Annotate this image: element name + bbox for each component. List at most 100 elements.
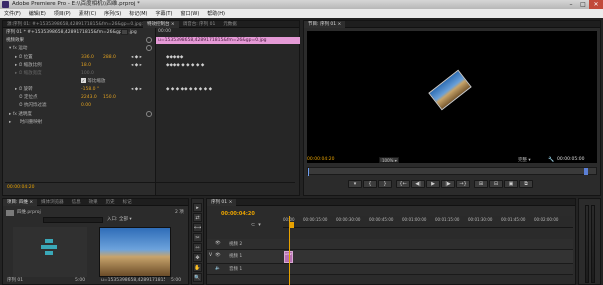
opacity-reset-icon[interactable] <box>146 111 152 117</box>
menu-window[interactable]: 窗口(W) <box>176 10 203 17</box>
speaker-icon[interactable]: 🔈 <box>215 266 221 271</box>
tab-history[interactable]: 历史 <box>102 199 119 206</box>
stopwatch-icon[interactable]: ▸ ⏱ <box>15 87 24 92</box>
add-marker-button[interactable]: ▾ <box>348 180 362 188</box>
anchor-x-value[interactable]: 2243.0 <box>81 94 97 101</box>
position-keyframes[interactable]: ◆◆◆◆◆ <box>166 54 183 61</box>
transport-controls: ▾ { } {← ◀| ▶ |▶ →} ⊞ ⊟ ▣ ⧉ <box>348 180 534 188</box>
program-duration: 00:00:05:00 <box>557 157 585 162</box>
mark-in-button[interactable]: { <box>363 180 377 188</box>
scale-keyframe-nav[interactable]: ◂ ◆ ▸ <box>131 62 142 69</box>
menu-title[interactable]: 字幕(T) <box>151 10 176 17</box>
image-thumbnail[interactable] <box>99 227 171 277</box>
menu-clip[interactable]: 素材(C) <box>75 10 100 17</box>
antiflicker-value[interactable]: 0.00 <box>81 102 91 109</box>
menu-sequence[interactable]: 序列(S) <box>100 10 125 17</box>
pen-tool[interactable]: ✥ <box>193 253 202 262</box>
selection-tool[interactable]: ▸ <box>193 203 202 212</box>
wrench-icon[interactable]: 🔧 <box>548 157 554 163</box>
stopwatch-icon[interactable]: ▸ ⏱ <box>15 55 24 60</box>
go-to-out-button[interactable]: →} <box>456 180 470 188</box>
mark-out-button[interactable]: } <box>378 180 392 188</box>
rotation-keyframes[interactable]: ◆ ◆ ◆ ◆◆ ◆ ◆ ◆ ◆ ◆ <box>166 86 212 93</box>
tab-program[interactable]: 节目: 序列 01 × <box>304 20 346 28</box>
play-button[interactable]: ▶ <box>426 180 440 188</box>
zoom-tool[interactable]: 🔍 <box>193 273 202 282</box>
rotation-value[interactable]: -158.0 ° <box>81 86 99 93</box>
tab-media-browser[interactable]: 媒体浏览器 <box>37 199 68 206</box>
rotated-image-frame[interactable] <box>428 69 472 111</box>
eye-icon[interactable]: 👁 <box>215 241 221 246</box>
footer-timecode[interactable]: 00:00:04:20 <box>7 185 34 190</box>
hand-tool[interactable]: ✋ <box>193 263 202 272</box>
step-back-button[interactable]: ◀| <box>411 180 425 188</box>
eye-icon[interactable]: 👁 <box>215 253 221 258</box>
timeline-ruler[interactable]: 00:00 00:00:15:00 00:00:30:00 00:00:45:0… <box>283 216 573 228</box>
checkbox-icon[interactable]: ✓ <box>81 78 86 83</box>
snap-icon[interactable]: ⊂ <box>251 222 255 228</box>
entry-dropdown[interactable]: 全部 ▾ <box>119 216 132 223</box>
menu-help[interactable]: 帮助(H) <box>203 10 229 17</box>
ruler-tick-label: 00:01:30:00 <box>468 217 493 222</box>
export-frame-button[interactable]: ▣ <box>504 180 518 188</box>
tab-sequence-01[interactable]: 序列 01 × <box>207 198 237 206</box>
tab-markers[interactable]: 标记 <box>119 199 136 206</box>
clip-bar[interactable]: u=1535398658,4289171815&fm=26&gp=0.jpg <box>156 37 300 44</box>
ripple-edit-tool[interactable]: ⟷ <box>193 223 202 232</box>
tab-source[interactable]: 源:序列 01: #+1535398658,4289171815&fm=26&g… <box>3 21 143 28</box>
effect-controls-footer: 00:00:04:20 <box>5 182 295 193</box>
menu-edit[interactable]: 编辑(E) <box>25 10 50 17</box>
scale-keyframes[interactable]: ◆◆◆◆ ◆ ◆ ◆ ◆ ◆ <box>166 62 204 69</box>
quality-dropdown[interactable]: 完整 ▾ <box>518 157 531 163</box>
playhead-marker[interactable] <box>584 168 588 175</box>
scale-value[interactable]: 18.0 <box>81 62 91 69</box>
time-remap-row: ▸ 时间重映射 <box>9 119 42 126</box>
sequence-thumbnail[interactable] <box>13 227 87 277</box>
extract-button[interactable]: ⊟ <box>489 180 503 188</box>
position-x-value[interactable]: 336.0 <box>81 54 94 61</box>
effect-controls-tabs: 源:序列 01: #+1535398658,4289171815&fm=26&g… <box>3 20 299 28</box>
tab-audio-mixer[interactable]: 调音台: 序列 01 <box>179 21 220 28</box>
motion-reset-icon[interactable] <box>146 45 152 51</box>
position-keyframe-nav[interactable]: ◂ ◆ ▸ <box>131 54 142 61</box>
position-y-value[interactable]: 288.0 <box>103 54 116 61</box>
zoom-dropdown[interactable]: 100% ▾ <box>379 157 399 163</box>
razor-tool[interactable]: ✂ <box>193 233 202 242</box>
tab-metadata[interactable]: 元数据 <box>219 21 241 28</box>
timeline-timecode[interactable]: 00:00:04:20 <box>221 211 255 218</box>
timeline-panel: 序列 01 × 00:00:04:20 ⊂▾ 00:00 00:00:15:00… <box>206 198 576 285</box>
tab-project[interactable]: 项目: 四维 × <box>3 198 38 206</box>
close-button[interactable]: ✕ <box>589 0 603 9</box>
track-select-tool[interactable]: ⇄ <box>193 213 202 222</box>
step-forward-button[interactable]: |▶ <box>441 180 455 188</box>
program-timecode[interactable]: 00:00:04:20 <box>307 156 334 163</box>
menu-project[interactable]: 项目(P) <box>50 10 75 17</box>
uniform-scale-row[interactable]: ✓ 等比缩放 <box>81 78 105 85</box>
button-editor-button[interactable]: ⧉ <box>519 180 533 188</box>
source-patch-v[interactable]: V <box>209 253 212 258</box>
project-search-input[interactable] <box>43 217 103 223</box>
menu-marker[interactable]: 标记(M) <box>125 10 151 17</box>
track-label-video-2: 视频 2 <box>229 242 243 247</box>
anchor-row: ⏱ 定位点 <box>19 94 37 101</box>
collapse-icon[interactable] <box>121 29 128 35</box>
minimize-button[interactable]: – <box>565 0 577 9</box>
anchor-y-value[interactable]: 150.0 <box>103 94 116 101</box>
reset-icon[interactable] <box>146 37 152 43</box>
lift-button[interactable]: ⊞ <box>474 180 488 188</box>
program-scrubber[interactable] <box>307 167 597 176</box>
keyframe-area[interactable]: 00:00 u=1535398658,4289171815&fm=26&gp=0… <box>155 28 300 195</box>
tools-panel: ▸ ⇄ ⟷ ✂ ⇿ ✥ ✋ 🔍 <box>191 198 204 285</box>
tab-effect-controls[interactable]: 特效控制台 × <box>143 20 179 28</box>
antiflicker-row: ⏱ 抗闪烁过滤 <box>19 102 46 109</box>
slip-tool[interactable]: ⇿ <box>193 243 202 252</box>
program-video-view[interactable] <box>307 31 597 163</box>
stopwatch-icon[interactable]: ▸ ⏱ <box>15 63 24 68</box>
menu-file[interactable]: 文件(F) <box>0 10 25 17</box>
maximize-button[interactable]: □ <box>577 0 589 9</box>
marker-icon[interactable]: ▾ <box>258 222 261 228</box>
tab-info[interactable]: 信息 <box>68 199 85 206</box>
go-to-in-button[interactable]: {← <box>396 180 410 188</box>
rotation-keyframe-nav[interactable]: ◂ ◆ ▸ <box>131 86 142 93</box>
tab-effects[interactable]: 效果 <box>85 199 102 206</box>
